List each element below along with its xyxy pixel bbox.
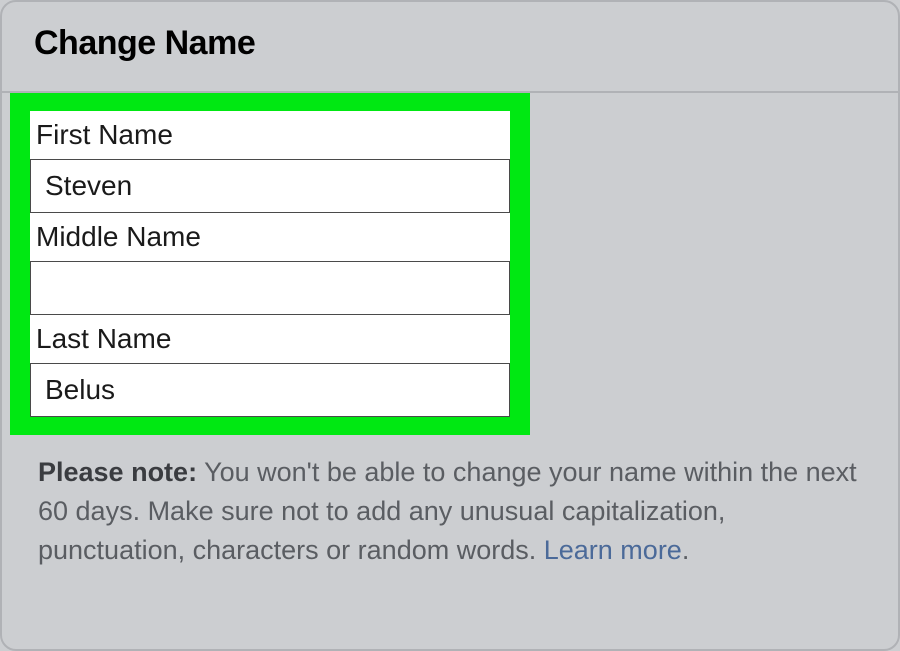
first-name-block: First Name bbox=[30, 111, 510, 213]
last-name-block: Last Name bbox=[30, 315, 510, 417]
name-fields-group: First Name Middle Name Last Name bbox=[30, 111, 510, 417]
fields-highlight: First Name Middle Name Last Name bbox=[10, 93, 530, 435]
last-name-input[interactable] bbox=[30, 363, 510, 417]
middle-name-label: Middle Name bbox=[30, 213, 510, 261]
change-name-panel: Change Name First Name Middle Name Last … bbox=[0, 0, 900, 651]
panel-header: Change Name bbox=[2, 2, 898, 93]
last-name-label: Last Name bbox=[30, 315, 510, 363]
panel-content: First Name Middle Name Last Name Please … bbox=[2, 93, 898, 570]
learn-more-link[interactable]: Learn more bbox=[544, 535, 682, 565]
page-title: Change Name bbox=[34, 24, 866, 63]
note-period: . bbox=[682, 535, 690, 565]
name-change-note: Please note: You won't be able to change… bbox=[2, 435, 898, 570]
note-label: Please note: bbox=[38, 457, 197, 487]
first-name-input[interactable] bbox=[30, 159, 510, 213]
first-name-label: First Name bbox=[30, 111, 510, 159]
middle-name-input[interactable] bbox=[30, 261, 510, 315]
middle-name-block: Middle Name bbox=[30, 213, 510, 315]
